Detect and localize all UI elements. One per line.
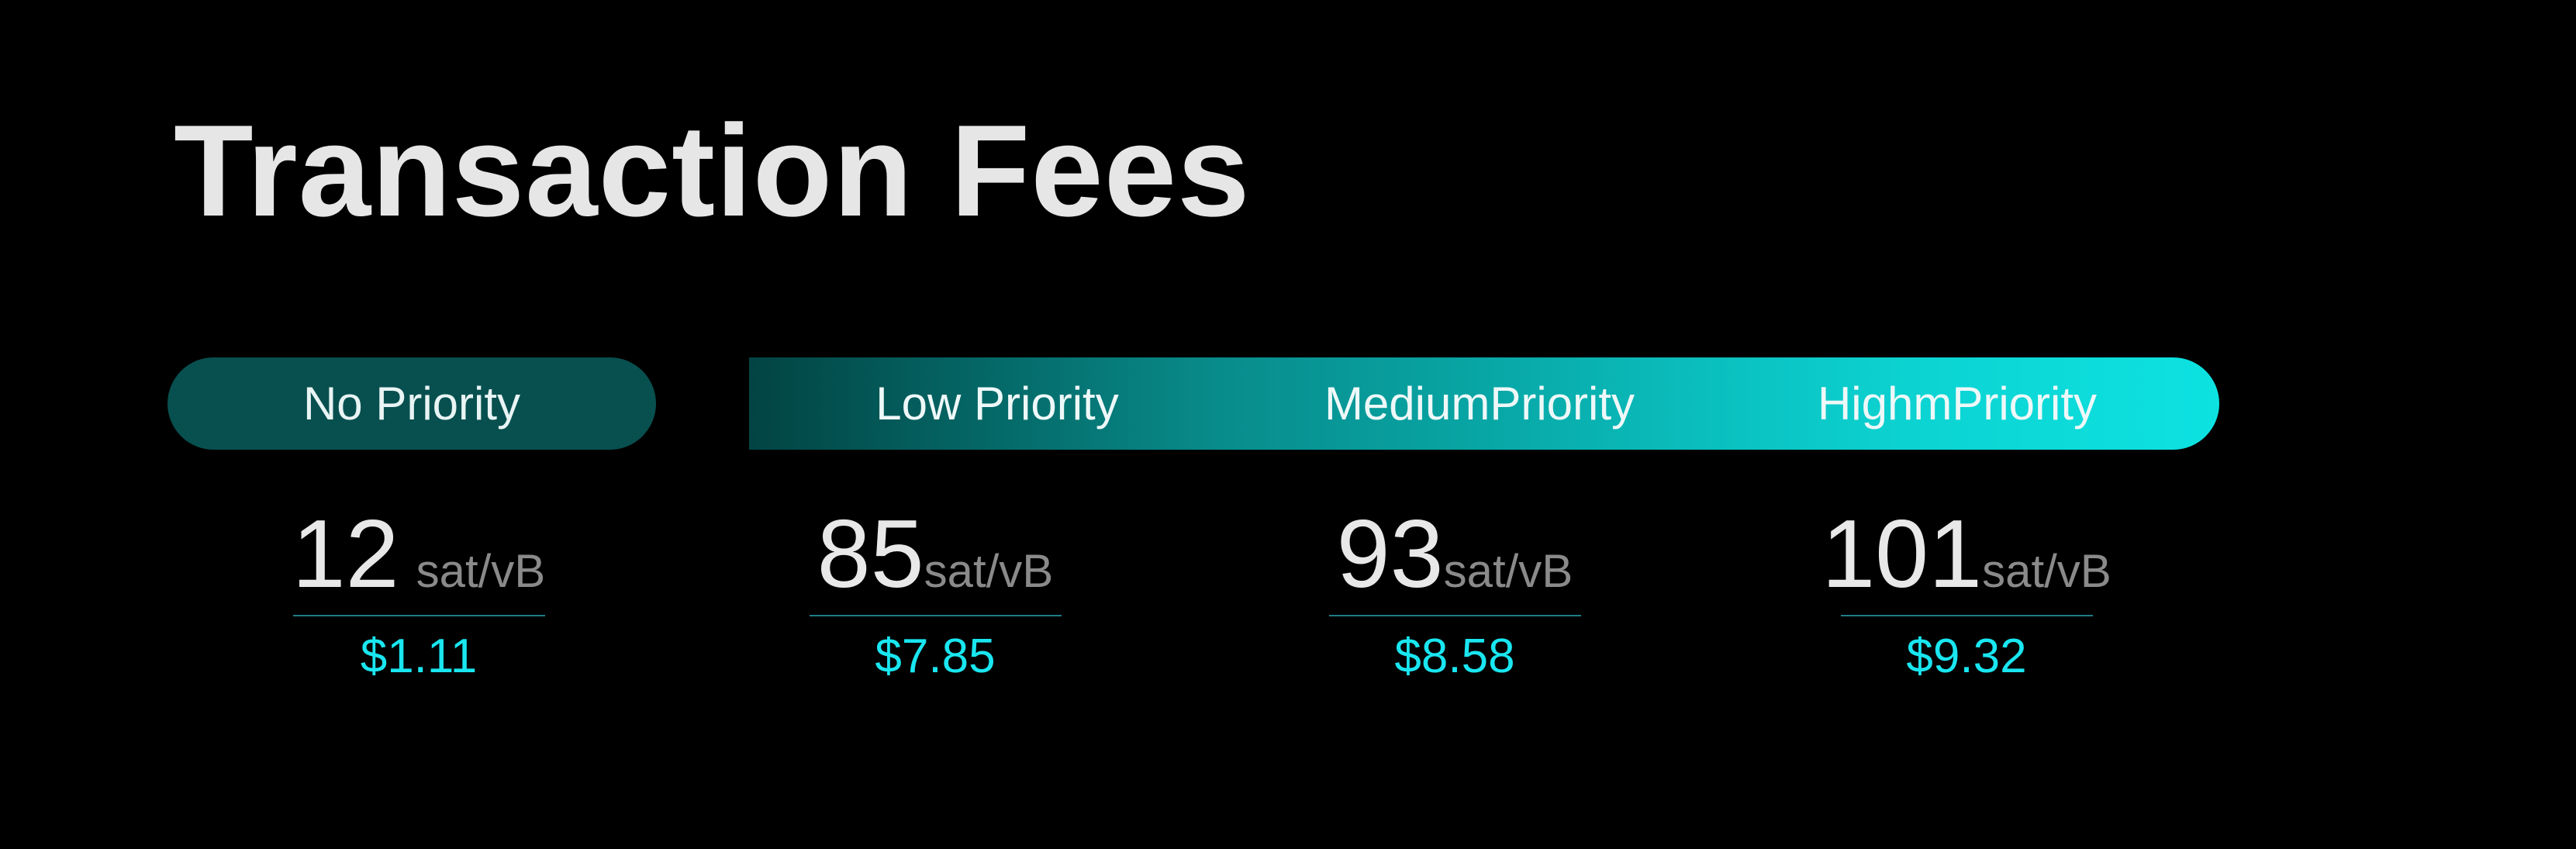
fee-rate-unit: sat/vB (1982, 545, 2112, 597)
fee-rate-unit: sat/vB (924, 545, 1054, 597)
fee-rate-value: 85 (817, 501, 924, 608)
transaction-fees-panel: Transaction Fees No Priority Low Priorit… (0, 0, 2576, 849)
fee-usd-value: $7.85 (875, 630, 996, 683)
high-priority-label: HighmPriority (1817, 378, 2098, 430)
fee-rate-unit: sat/vB (416, 545, 546, 597)
medium-priority-label: MediumPriority (1324, 378, 1635, 430)
fee-usd-value: $9.32 (1906, 630, 2027, 683)
fee-usd-value: $8.58 (1394, 630, 1515, 683)
low-priority-label: Low Priority (875, 378, 1119, 430)
fee-rate-value: 101 (1822, 501, 1983, 608)
fee-column-medium-priority: 93 sat/vB $8.58 (1323, 504, 1587, 695)
fee-rate: 101 sat/vB (1822, 504, 2112, 605)
no-priority-pill: No Priority (167, 357, 656, 450)
fee-rate: 12 sat/vB (287, 504, 551, 605)
page-title: Transaction Fees (174, 98, 1251, 243)
fee-column-low-priority: 85 sat/vB $7.85 (803, 504, 1067, 695)
fee-rate-value: 93 (1336, 501, 1444, 608)
fee-column-no-priority: 12 sat/vB $1.11 (287, 504, 551, 695)
fee-rate: 93 sat/vB (1323, 504, 1587, 605)
fee-rate-value: 12 (292, 501, 399, 608)
fee-usd-value: $1.11 (360, 630, 478, 683)
fee-rate: 85 sat/vB (803, 504, 1067, 605)
fee-rate-unit: sat/vB (1443, 545, 1573, 597)
fee-column-high-priority: 101 sat/vB $9.32 (1822, 504, 2112, 695)
no-priority-label: No Priority (302, 378, 521, 430)
